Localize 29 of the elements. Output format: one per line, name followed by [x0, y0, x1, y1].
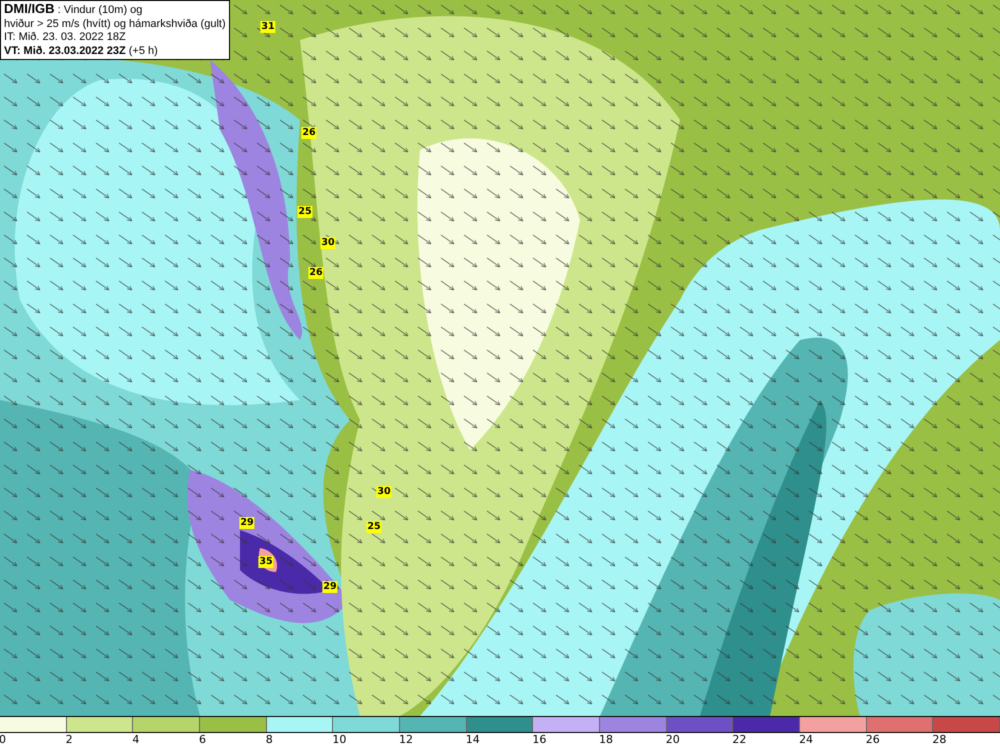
gust-label: 29	[239, 517, 255, 529]
gust-label: 35	[258, 556, 274, 568]
legend-tick-label: 16	[532, 733, 546, 746]
gust-label: 26	[308, 267, 324, 279]
legend-tick-label: 8	[266, 733, 273, 746]
gust-label: 25	[366, 521, 382, 533]
title-line: DMI/IGB : Vindur (10m) og	[4, 2, 142, 18]
gust-label: 29	[322, 581, 338, 593]
legend-tick-label: 28	[932, 733, 946, 746]
legend-tick-label: 26	[866, 733, 880, 746]
title-line: IT: Mið. 23. 03. 2022 18Z	[4, 31, 126, 44]
legend-tick-label: 2	[66, 733, 73, 746]
legend-tick-label: 10	[332, 733, 346, 746]
legend-tick-label: 6	[199, 733, 206, 746]
gust-label: 26	[301, 127, 317, 139]
legend-tick-label: 12	[399, 733, 414, 746]
legend-tick-label: 18	[599, 733, 614, 746]
legend-tick-label: 14	[466, 733, 480, 746]
legend-tick-label: 22	[732, 733, 746, 746]
legend-tick-label: 0	[0, 733, 6, 746]
gust-label: 31	[260, 21, 276, 33]
gust-label: 30	[320, 237, 336, 249]
gust-label: 25	[297, 206, 313, 218]
title-line: hviður > 25 m/s (hvítt) og hámarkshviða (gult)	[4, 18, 226, 31]
title-line: VT: Mið. 23.03.2022 23Z (+5 h)	[4, 44, 158, 58]
gust-label: 30	[376, 486, 392, 498]
legend-tick-label: 4	[132, 733, 140, 746]
legend-tick-label: 20	[666, 733, 680, 746]
legend-tick-label: 24	[799, 733, 814, 746]
